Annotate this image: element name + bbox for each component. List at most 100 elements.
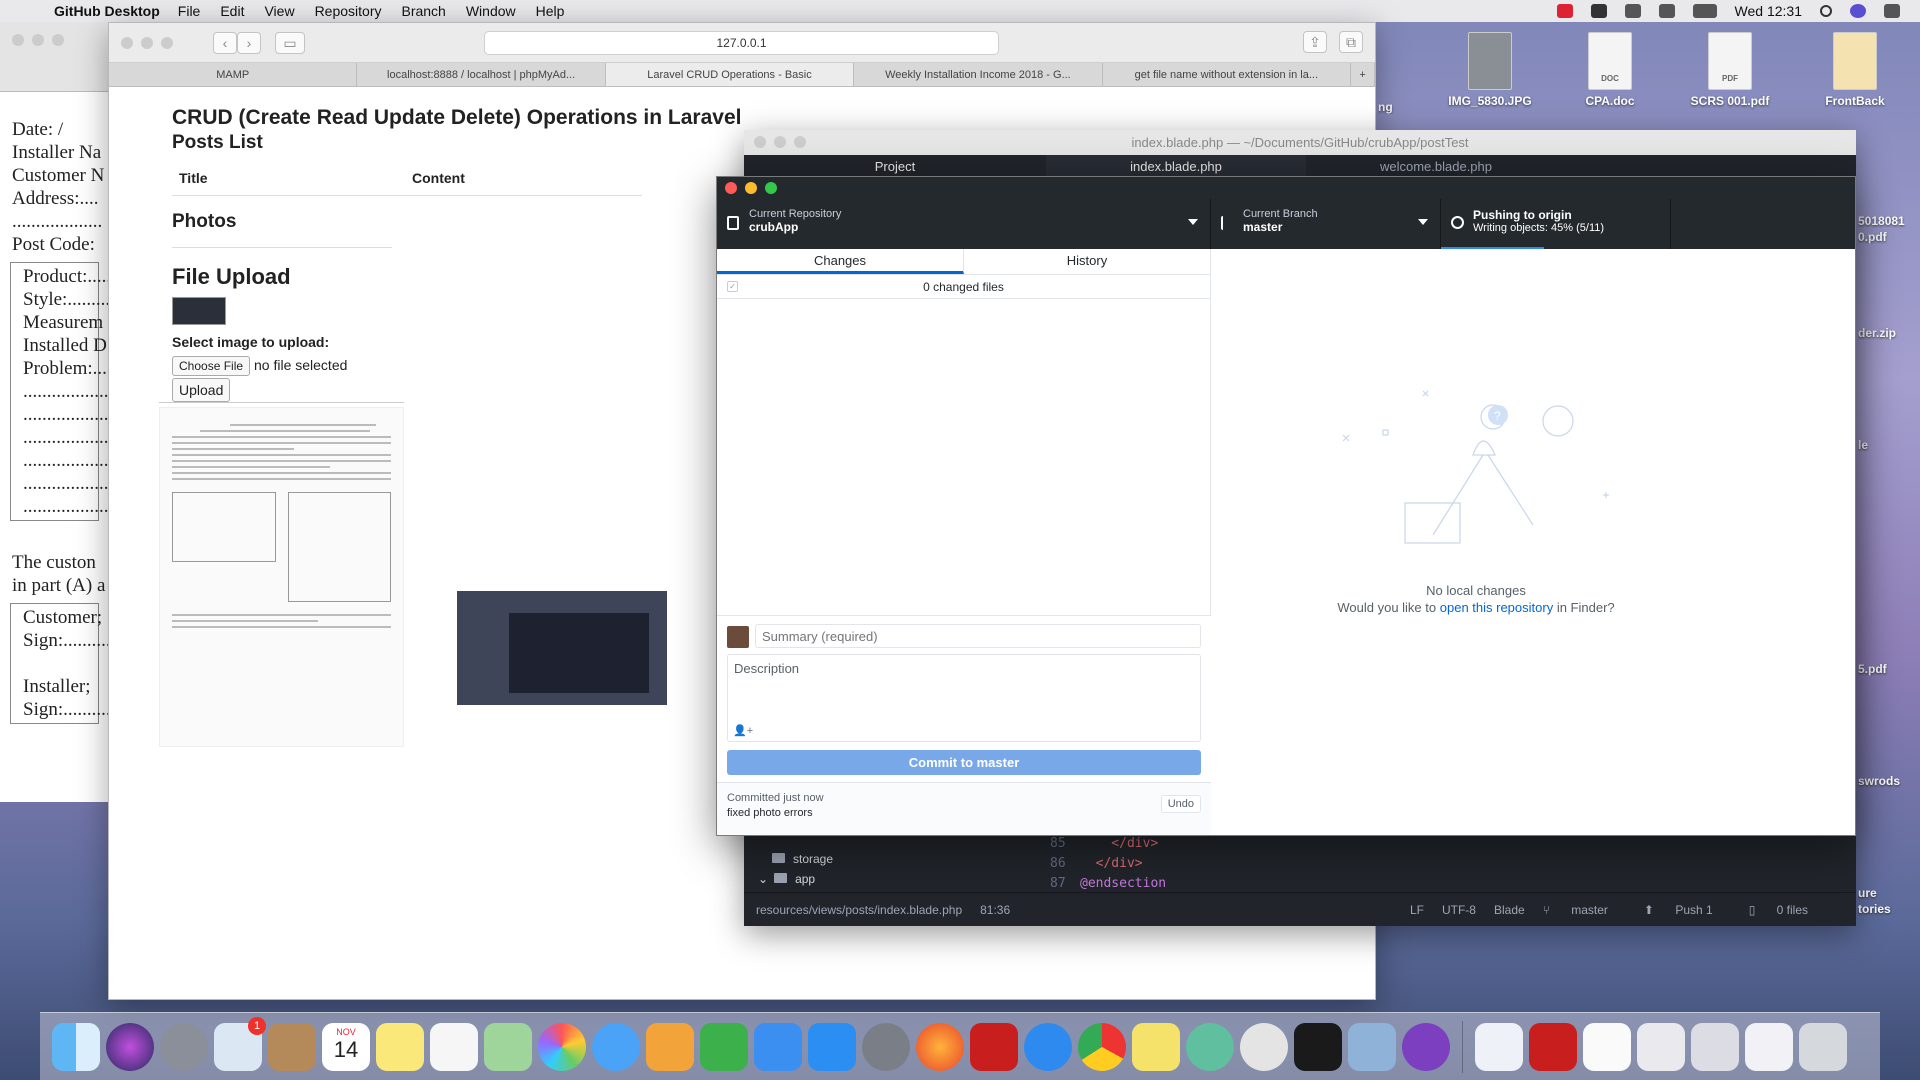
- dock-system-preferences-icon[interactable]: [862, 1022, 910, 1071]
- commit-button[interactable]: Commit to master: [727, 750, 1201, 775]
- desktop-app-frontback[interactable]: FrontBack: [1800, 32, 1910, 108]
- minimize-button[interactable]: [745, 182, 757, 194]
- dock-safari-icon[interactable]: [1024, 1022, 1072, 1071]
- status-line-ending[interactable]: LF: [1410, 903, 1424, 917]
- dock-messages-icon[interactable]: [592, 1022, 640, 1071]
- scanned-document-photo[interactable]: [159, 407, 404, 747]
- menu-edit[interactable]: Edit: [220, 3, 244, 19]
- dock-pdf-icon[interactable]: [1529, 1022, 1577, 1071]
- uploaded-thumbnail[interactable]: [172, 297, 226, 325]
- status-grammar[interactable]: Blade: [1494, 903, 1525, 917]
- desktop-edge-label[interactable]: der.zip: [1858, 326, 1920, 340]
- desktop-edge-label[interactable]: tories: [1858, 902, 1920, 916]
- dock-window-thumb-icon[interactable]: [1691, 1022, 1739, 1071]
- notification-center-icon[interactable]: [1884, 4, 1900, 18]
- dock-firefox-icon[interactable]: [916, 1022, 964, 1071]
- dock-mail-icon[interactable]: 1: [214, 1016, 266, 1071]
- dock-calendar-icon[interactable]: NOV 14: [322, 1022, 370, 1071]
- tab-overview-button[interactable]: ⧉: [1339, 31, 1363, 53]
- dock-chrome-icon[interactable]: [1078, 1022, 1126, 1071]
- dock-contacts-icon[interactable]: [268, 1022, 316, 1071]
- dock-document-icon[interactable]: [1475, 1022, 1523, 1071]
- desktop-edge-label[interactable]: le: [1858, 438, 1920, 452]
- dock-photos-icon[interactable]: [538, 1022, 586, 1071]
- desktop-file-img5830[interactable]: IMG_5830.JPG: [1435, 32, 1545, 108]
- current-branch-selector[interactable]: Current Branch master: [1211, 199, 1441, 249]
- screenshot-photo[interactable]: [457, 591, 667, 705]
- dock-github-desktop-icon[interactable]: [1402, 1022, 1450, 1071]
- dock-terminal-icon[interactable]: [1294, 1022, 1342, 1071]
- description-input[interactable]: Description 👤+: [727, 654, 1201, 742]
- zoom-button[interactable]: [52, 34, 64, 46]
- status-file-path[interactable]: resources/views/posts/index.blade.php: [756, 903, 962, 917]
- code-line[interactable]: 87 @endsection: [1050, 876, 1166, 891]
- undo-button[interactable]: Undo: [1160, 795, 1201, 813]
- dock-trash-icon[interactable]: [1799, 1022, 1847, 1071]
- sidebar-button[interactable]: ▭: [275, 31, 305, 54]
- menu-app-name[interactable]: GitHub Desktop: [54, 3, 160, 19]
- tree-item-storage[interactable]: storage: [772, 852, 833, 866]
- menu-file[interactable]: File: [178, 3, 201, 19]
- tab-history[interactable]: History: [964, 249, 1210, 274]
- menu-clock[interactable]: Wed 12:31: [1735, 3, 1802, 19]
- desktop-edge-label[interactable]: swrods: [1858, 774, 1920, 788]
- dock-notes-icon[interactable]: [376, 1022, 424, 1071]
- menu-repository[interactable]: Repository: [315, 3, 382, 19]
- dock-window-thumb-icon[interactable]: [1745, 1022, 1793, 1071]
- tree-item-app[interactable]: ⌄ app: [758, 872, 815, 886]
- status-cursor-position[interactable]: 81:36: [980, 903, 1010, 917]
- new-tab-button[interactable]: +: [1351, 63, 1375, 86]
- status-push[interactable]: ⬆ Push 1: [1644, 903, 1731, 917]
- tab-mamp[interactable]: MAMP: [109, 63, 358, 86]
- dock-preview-icon[interactable]: [1348, 1022, 1396, 1071]
- tab-weekly-income[interactable]: Weekly Installation Income 2018 - G...: [854, 63, 1103, 86]
- zoom-button[interactable]: [765, 182, 777, 194]
- desktop-file-scrs-pdf[interactable]: PDF SCRS 001.pdf: [1675, 32, 1785, 108]
- close-button[interactable]: [121, 36, 133, 49]
- desktop-edge-label[interactable]: 0.pdf: [1858, 230, 1920, 244]
- code-line[interactable]: 85 </div>: [1050, 836, 1158, 851]
- share-button[interactable]: ⇪: [1303, 31, 1327, 53]
- minimize-button[interactable]: [774, 136, 786, 148]
- status-branch[interactable]: ⑂ master: [1543, 903, 1626, 917]
- zoom-button[interactable]: [794, 136, 806, 148]
- dock-sequel-pro-icon[interactable]: [1240, 1022, 1288, 1071]
- siri-icon[interactable]: [1850, 4, 1866, 18]
- battery-icon[interactable]: [1692, 4, 1717, 18]
- dock-numbers-icon[interactable]: [700, 1022, 748, 1071]
- choose-file-button[interactable]: Choose File: [172, 356, 251, 376]
- add-coauthor-icon[interactable]: 👤+: [733, 724, 753, 737]
- dock-finder-icon[interactable]: [52, 1022, 100, 1071]
- dock-pages-icon[interactable]: [646, 1022, 694, 1071]
- wifi-icon[interactable]: [1658, 4, 1675, 18]
- desktop-edge-label[interactable]: ng: [1378, 100, 1440, 114]
- desktop-file-cpa-doc[interactable]: DOC CPA.doc: [1555, 32, 1665, 108]
- menu-help[interactable]: Help: [536, 3, 565, 19]
- zoom-button[interactable]: [161, 36, 173, 49]
- status-encoding[interactable]: UTF-8: [1442, 903, 1476, 917]
- close-button[interactable]: [754, 136, 766, 148]
- push-origin-button[interactable]: Pushing to origin Writing objects: 45% (…: [1441, 199, 1671, 249]
- menu-branch[interactable]: Branch: [401, 3, 445, 19]
- tab-laravel-crud[interactable]: Laravel CRUD Operations - Basic: [605, 63, 855, 86]
- address-bar[interactable]: 127.0.0.1: [484, 31, 999, 55]
- forward-button[interactable]: ›: [237, 31, 261, 54]
- dock-reminders-icon[interactable]: [430, 1022, 478, 1071]
- summary-input[interactable]: [755, 624, 1201, 648]
- dock-acrobat-icon[interactable]: [970, 1022, 1018, 1071]
- status-files[interactable]: ▯ 0 files: [1749, 903, 1826, 917]
- menu-view[interactable]: View: [264, 3, 294, 19]
- dock-stickies-icon[interactable]: [1132, 1022, 1180, 1071]
- current-repository-selector[interactable]: Current Repository crubApp: [717, 199, 1211, 249]
- close-button[interactable]: [12, 34, 24, 46]
- dock-launchpad-icon[interactable]: [160, 1022, 208, 1071]
- dock-maps-icon[interactable]: [484, 1022, 532, 1071]
- tab-changes[interactable]: Changes: [717, 249, 964, 274]
- code-line[interactable]: 86 </div>: [1050, 856, 1143, 871]
- open-repository-link[interactable]: open this repository: [1440, 600, 1553, 615]
- desktop-edge-label[interactable]: 5018081: [1858, 214, 1920, 228]
- minimize-button[interactable]: [32, 34, 44, 46]
- upload-button[interactable]: Upload: [172, 378, 231, 402]
- dock-siri-icon[interactable]: [106, 1022, 154, 1071]
- tab-file-name[interactable]: get file name without extension in la...: [1103, 63, 1352, 86]
